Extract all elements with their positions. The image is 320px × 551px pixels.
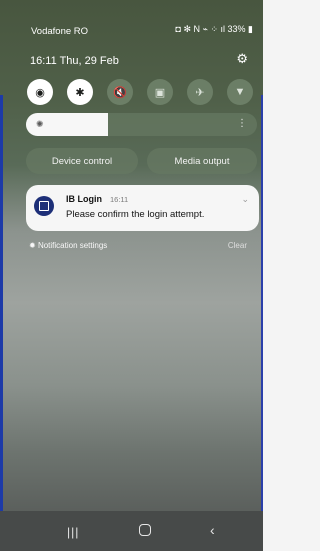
mute-icon: 🔇 [113, 86, 127, 99]
brightness-slider[interactable]: ✺ ⋮ [26, 113, 257, 136]
ib-login-app-icon [34, 196, 54, 216]
status-bar: Vodafone RO ◘ ✻ N ⌁ ⁘ ıl 33% ▮ [0, 0, 263, 37]
home-button[interactable] [139, 524, 151, 536]
flashlight-icon: ▼ [234, 86, 246, 98]
settings-gear-icon: ✹ [29, 241, 36, 250]
current-date: Thu, 29 Feb [59, 55, 119, 67]
sound-toggle[interactable]: 🔇 [107, 79, 133, 105]
wifi-icon: ◉ [35, 86, 45, 99]
quick-toggles: ◉ ✱ 🔇 ▣ ✈ ▼ [27, 79, 253, 105]
rotation-lock-toggle[interactable]: ▣ [147, 79, 173, 105]
bluetooth-toggle[interactable]: ✱ [67, 79, 93, 105]
gear-icon[interactable]: ⚙ [236, 51, 248, 67]
flashlight-toggle[interactable]: ▼ [227, 79, 253, 105]
wifi-toggle[interactable]: ◉ [27, 79, 53, 105]
left-edge-bar [0, 95, 3, 551]
carrier-name: Vodafone RO [31, 26, 89, 37]
current-time: 16:11 [30, 55, 57, 67]
brightness-sun-icon: ✺ [36, 119, 44, 129]
battery-percent: 33% [227, 24, 246, 34]
navigation-bar: ||| ‹ [0, 511, 263, 551]
bluetooth-icon: ✱ [75, 86, 85, 99]
status-icon-group: ◘ ✻ N ⌁ ⁘ ıl [175, 24, 225, 34]
right-edge-bar [261, 95, 263, 551]
notification-time: 16:11 [110, 195, 129, 204]
recents-button[interactable]: ||| [67, 525, 79, 539]
battery-icon: ▮ [248, 24, 253, 34]
notification-settings-label: Notification settings [37, 241, 108, 250]
device-control-button[interactable]: Device control [26, 148, 138, 174]
notification-settings-link[interactable]: ✹ Notification settings [29, 241, 107, 250]
notification-app-name: IB Login [66, 194, 102, 204]
back-button[interactable]: ‹ [210, 522, 215, 538]
notification-card[interactable]: IB Login 16:11 Please confirm the login … [26, 185, 259, 231]
media-output-button[interactable]: Media output [147, 148, 257, 174]
airplane-icon: ✈ [195, 86, 205, 99]
clear-button[interactable]: Clear [228, 241, 247, 250]
status-icons: ◘ ✻ N ⌁ ⁘ ıl 33% ▮ [176, 24, 253, 35]
airplane-toggle[interactable]: ✈ [187, 79, 213, 105]
rotation-lock-icon: ▣ [154, 86, 166, 99]
android-quick-settings-screen: Vodafone RO ◘ ✻ N ⌁ ⁘ ıl 33% ▮ 16:11 Thu… [0, 0, 263, 551]
date-time: 16:11 Thu, 29 Feb [30, 55, 119, 67]
more-options-icon[interactable]: ⋮ [237, 118, 247, 129]
notification-message: Please confirm the login attempt. [66, 209, 205, 220]
chevron-down-icon[interactable]: ⌄ [241, 194, 249, 205]
